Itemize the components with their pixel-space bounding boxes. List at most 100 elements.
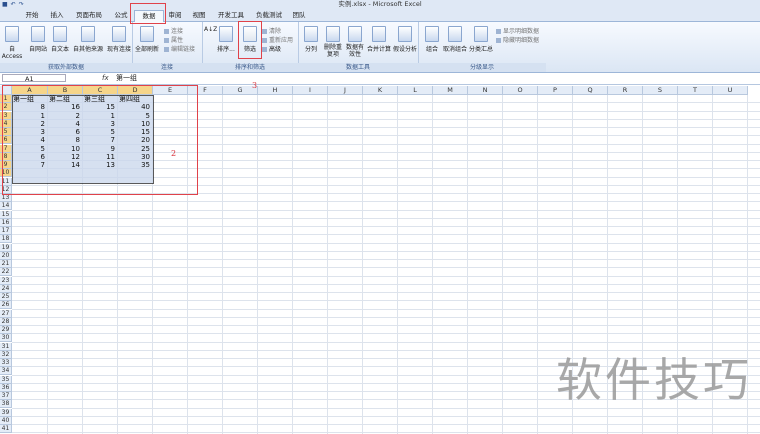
group-get-external-data: 自 Access 自网站 自文本 自其他来源 现有连接 获取外部数据 [0,22,133,72]
duplicates-icon [326,26,340,42]
reapply-link[interactable]: 重新应用 [262,35,293,44]
ungroup-button[interactable]: 取消组合 [442,26,468,53]
row-header-25[interactable]: 25 [0,293,12,301]
from-access-button[interactable]: 自 Access [0,26,24,60]
row-header-35[interactable]: 35 [0,375,12,384]
group-label: 分级显示 [418,63,546,72]
hide-detail-link[interactable]: 隐藏明细数据 [496,35,539,44]
row-header-14[interactable]: 14 [0,202,12,211]
sort-az-button[interactable]: A↓Z [204,26,217,33]
sort-button[interactable]: 排序... [214,26,238,53]
row-header-41[interactable]: 41 [0,425,12,433]
from-text-button[interactable]: 自文本 [50,26,70,53]
row-header-39[interactable]: 39 [0,408,12,417]
gridline [12,267,760,269]
ribbon: 自 Access 自网站 自文本 自其他来源 现有连接 获取外部数据 全部刷新 … [0,22,760,73]
access-icon [5,26,19,42]
tab-review[interactable]: 审阅 [164,10,186,21]
column-header-s[interactable]: S [643,86,678,95]
column-header-j[interactable]: J [328,86,363,95]
row-header-28[interactable]: 28 [0,317,12,326]
row-header-15[interactable]: 15 [0,210,12,219]
row-header-37[interactable]: 37 [0,392,12,400]
text-to-columns-button[interactable]: 分列 [300,26,322,53]
column-header-r[interactable]: R [608,86,643,95]
row-header-18[interactable]: 18 [0,235,12,244]
row-header-19[interactable]: 19 [0,243,12,252]
existing-connections-button[interactable]: 现有连接 [106,26,132,53]
row-header-40[interactable]: 40 [0,416,12,425]
group-label: 连接 [132,63,202,72]
row-header-33[interactable]: 33 [0,359,12,367]
column-header-o[interactable]: O [503,86,538,95]
tab-insert[interactable]: 插入 [46,10,68,21]
row-header-34[interactable]: 34 [0,367,12,376]
data-validation-button[interactable]: 数据有效性 [344,26,366,58]
row-header-26[interactable]: 26 [0,301,12,310]
row-header-16[interactable]: 16 [0,218,12,227]
row-header-38[interactable]: 38 [0,400,12,409]
edit-links-link[interactable]: 编辑链接 [164,44,195,53]
connections-link[interactable]: 连接 [164,26,183,35]
gridline [12,316,760,318]
row-header-20[interactable]: 20 [0,251,12,260]
subtotal-button[interactable]: 分类汇总 [468,26,494,53]
row-header-36[interactable]: 36 [0,383,12,392]
row-header-29[interactable]: 29 [0,326,12,334]
column-header-p[interactable]: P [538,86,573,95]
column-header-t[interactable]: T [678,86,713,95]
column-header-u[interactable]: U [713,86,748,95]
from-web-button[interactable]: 自网站 [28,26,48,53]
what-if-analysis-button[interactable]: 假设分析 [392,26,418,53]
tab-load-test[interactable]: 负载测试 [252,10,286,21]
gridline [12,226,760,227]
from-other-sources-button[interactable]: 自其他来源 [72,26,104,53]
remove-duplicates-button[interactable]: 删除重复项 [322,26,344,58]
refresh-all-button[interactable]: 全部刷新 [134,26,160,53]
row-header-21[interactable]: 21 [0,260,12,268]
advanced-link[interactable]: 高级 [262,44,281,53]
clear-link[interactable]: 清除 [262,26,281,35]
row-header-32[interactable]: 32 [0,350,12,359]
reapply-icon [262,38,267,43]
group-outline: 组合 取消组合 分类汇总 显示明细数据 隐藏明细数据 分级显示 [418,22,546,72]
row-header-23[interactable]: 23 [0,276,12,285]
column-header-n[interactable]: N [468,86,503,95]
show-detail-link[interactable]: 显示明细数据 [496,26,539,35]
group-button[interactable]: 组合 [422,26,442,53]
fx-icon[interactable]: fx [102,73,109,84]
gridline [12,308,760,310]
columns-icon [304,26,318,42]
row-header-30[interactable]: 30 [0,334,12,343]
consolidate-button[interactable]: 合并计算 [366,26,392,53]
column-header-m[interactable]: M [433,86,468,95]
ribbon-tabs: 开始 插入 页面布局 公式 数据 审阅 视图 开发工具 负载测试 团队 [0,9,760,22]
column-header-i[interactable]: I [293,86,328,95]
gridline [12,275,760,277]
column-header-k[interactable]: K [363,86,398,95]
tab-home[interactable]: 开始 [18,10,46,21]
row-header-22[interactable]: 22 [0,268,12,277]
column-header-h[interactable]: H [258,86,293,95]
title-bar: ■ ↶ ↷ 实例.xlsx - Microsoft Excel [0,0,760,9]
name-box[interactable]: A1 [2,74,66,83]
row-header-27[interactable]: 27 [0,309,12,318]
row-header-13[interactable]: 13 [0,194,12,202]
properties-link[interactable]: 属性 [164,35,183,44]
row-header-17[interactable]: 17 [0,227,12,235]
tab-formulas[interactable]: 公式 [110,10,132,21]
row-header-24[interactable]: 24 [0,284,12,293]
column-header-l[interactable]: L [398,86,433,95]
column-header-q[interactable]: Q [573,86,608,95]
row-header-31[interactable]: 31 [0,342,12,351]
minus-icon [496,38,501,43]
tab-developer[interactable]: 开发工具 [214,10,248,21]
tab-page-layout[interactable]: 页面布局 [72,10,106,21]
tab-view[interactable]: 视图 [188,10,210,21]
group-label: 获取外部数据 [0,63,132,72]
group-icon [425,26,439,42]
clear-icon [262,29,267,34]
formula-input[interactable]: 第一组 [116,73,137,84]
tab-team[interactable]: 团队 [288,10,310,21]
subtotal-icon [474,26,488,42]
